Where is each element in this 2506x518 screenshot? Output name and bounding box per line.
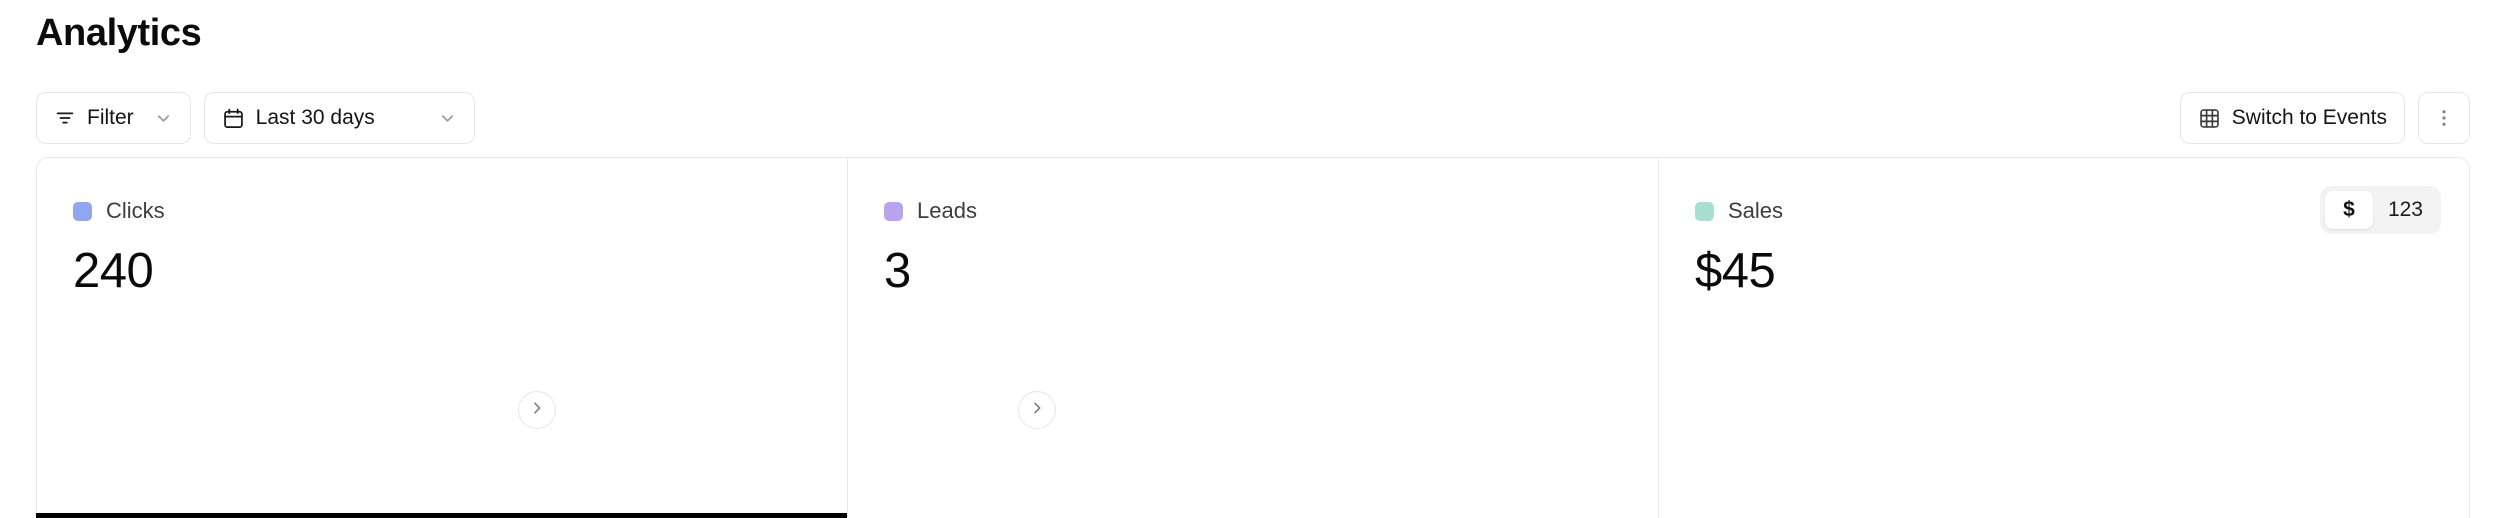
clicks-color-swatch [73,201,92,221]
more-vertical-icon [2433,107,2455,129]
sales-color-swatch [1695,201,1714,221]
chevron-down-icon [154,109,173,128]
page-title: Analytics [36,12,202,54]
metric-card-header: Leads [884,198,1622,224]
metric-cards-strip: Clicks 240 Leads 3 Sales $45 $ 123 [36,157,2470,518]
sales-unit-number-option[interactable]: 123 [2375,191,2436,229]
toolbar-left-group: Filter Last 30 days [36,92,475,144]
switch-to-events-button[interactable]: Switch to Events [2179,92,2405,144]
sales-unit-currency-option[interactable]: $ [2324,191,2373,229]
analytics-page: Analytics Filter Last 30 days Switch to … [0,0,2506,518]
sales-unit-toggle[interactable]: $ 123 [2319,186,2441,234]
metric-label: Sales [1728,198,1784,223]
metric-label: Leads [917,198,977,223]
toolbar-right-group: Switch to Events [2179,92,2470,144]
next-metric-button-2[interactable] [1018,391,1056,429]
chevron-down-icon [438,109,457,128]
filter-button-label: Filter [87,106,134,129]
date-range-label: Last 30 days [255,106,375,129]
switch-to-events-label: Switch to Events [2231,106,2387,129]
grid-icon [2198,107,2221,130]
metric-value: 240 [73,244,154,298]
toolbar: Filter Last 30 days Switch to Events [36,92,2470,144]
more-options-button[interactable] [2418,92,2470,144]
filter-icon [54,107,76,129]
chevron-right-icon [1029,400,1045,421]
metric-card-clicks[interactable]: Clicks 240 [36,158,848,518]
metric-card-sales[interactable]: Sales $45 $ 123 [1658,158,2469,518]
leads-color-swatch [884,201,903,221]
filter-button[interactable]: Filter [36,92,191,144]
metric-value: 3 [884,244,911,298]
next-metric-button-1[interactable] [518,391,556,429]
metric-value: $45 [1695,244,1776,298]
chevron-right-icon [529,400,545,421]
metric-card-header: Clicks [73,198,811,224]
date-range-button[interactable]: Last 30 days [203,92,475,144]
metric-card-leads[interactable]: Leads 3 [847,158,1658,518]
metric-label: Clicks [106,198,165,223]
calendar-icon [222,107,245,130]
